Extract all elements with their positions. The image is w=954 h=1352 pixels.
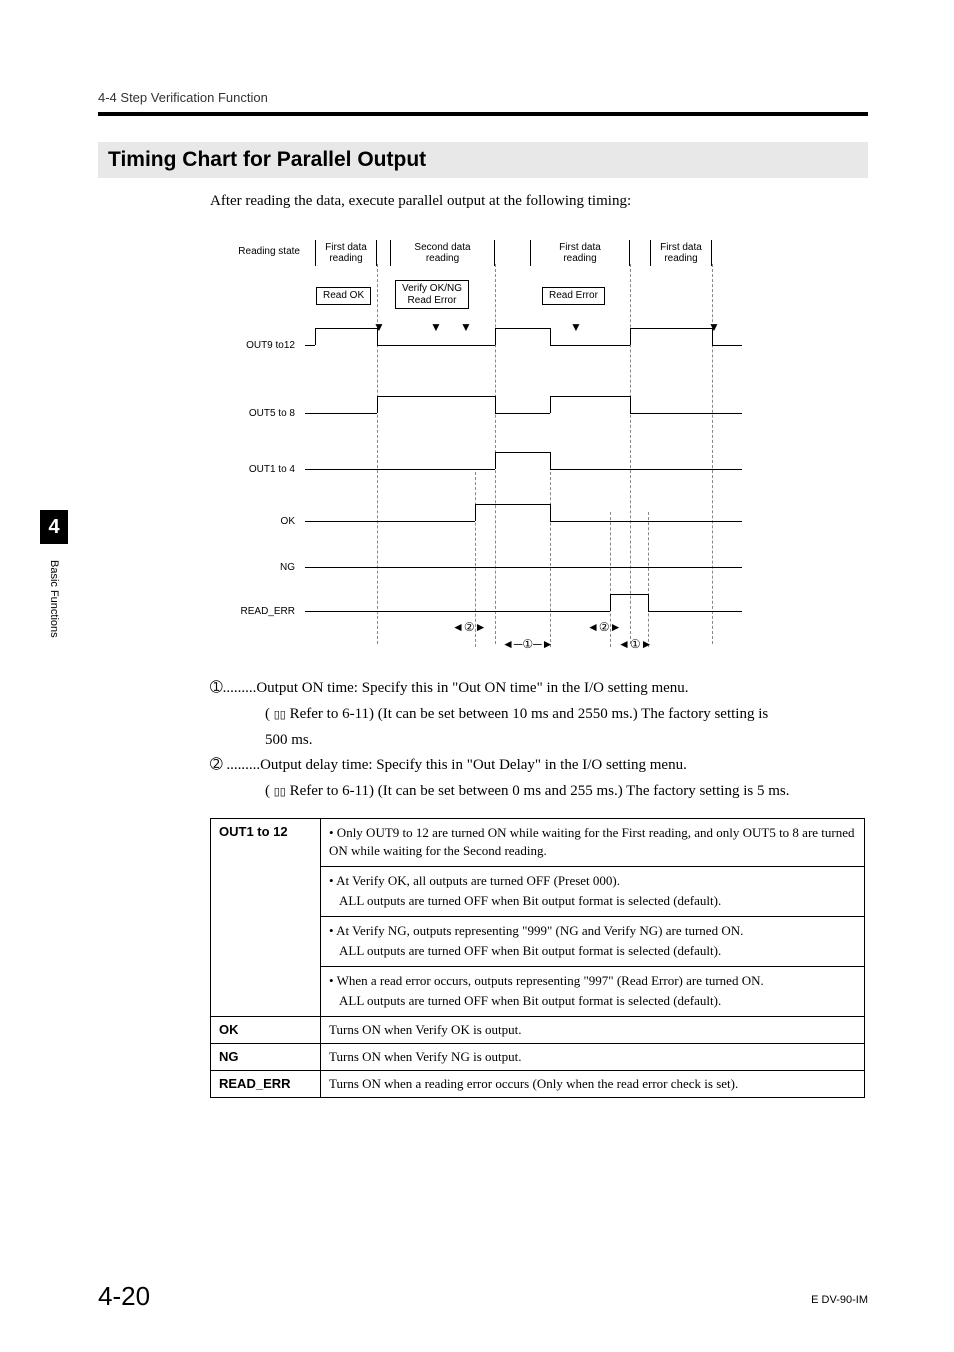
note-2-line2: ( ▯▯ Refer to 6-11) (It can be set betwe… [210,781,865,803]
cell-header-out1-12: OUT1 to 12 [211,819,321,1017]
cell-header-ok: OK [211,1017,321,1044]
timing-chart: Reading state First datareading Second d… [230,232,790,657]
cell-header-read-err: READ_ERR [211,1071,321,1098]
label-read-err: READ_ERR [225,606,295,617]
marker-two: ◄②► [452,620,487,635]
cell-ng-desc: Turns ON when Verify NG is output. [321,1044,865,1071]
cell-out-desc-d: • When a read error occurs, outputs repr… [321,967,865,1017]
label-out5-8: OUT5 to 8 [225,408,295,419]
label-out1-4: OUT1 to 4 [225,464,295,475]
output-table: OUT1 to 12 • Only OUT9 to 12 are turned … [210,818,865,1098]
guide-line [648,512,649,647]
marker-one: ◄─①─► [502,637,554,652]
cell-ok-desc: Turns ON when Verify OK is output. [321,1017,865,1044]
note-1-line1: ➀.........Output ON time: Specify this i… [210,678,865,700]
cell-header-ng: NG [211,1044,321,1071]
note-1-line2: ( ▯▯ Refer to 6-11) (It can be set betwe… [210,704,865,726]
doc-code: E DV-90-IM [811,1294,868,1306]
breadcrumb: 4-4 Step Verification Function [98,90,268,105]
label-ok: OK [225,516,295,527]
marker-two: ◄②► [587,620,622,635]
cell-out-desc-c: • At Verify NG, outputs representing "99… [321,917,865,967]
chapter-tab: 4 [40,510,68,544]
arrow-down-icon: ▼ [570,320,582,335]
note-2-line1: ➁ .........Output delay time: Specify th… [210,755,865,777]
arrow-down-icon: ▼ [430,320,442,335]
section-heading-bar: Timing Chart for Parallel Output [98,142,868,178]
header-rule [98,112,868,116]
note-1-line3: 500 ms. [210,730,865,752]
chapter-caption: Basic Functions [48,560,60,638]
tag-read-ok: Read OK [316,287,371,305]
marker-one: ◄①► [618,637,653,652]
cell-out-desc-b: • At Verify OK, all outputs are turned O… [321,867,865,917]
row-label-reading-state: Reading state [220,246,300,257]
cell-read-err-desc: Turns ON when a reading error occurs (On… [321,1071,865,1098]
label-ng: NG [225,562,295,573]
arrow-down-icon: ▼ [460,320,472,335]
page-number: 4-20 [98,1281,150,1312]
tag-verify: Verify OK/NGRead Error [395,280,469,309]
col-header-1: First datareading [315,240,377,266]
section-title: Timing Chart for Parallel Output [108,148,858,172]
table-row: OK Turns ON when Verify OK is output. [211,1017,865,1044]
intro-text: After reading the data, execute parallel… [210,193,631,210]
book-icon: ▯▯ [274,708,286,724]
col-header-3: First datareading [530,240,630,266]
col-header-4: First datareading [650,240,712,266]
cell-out-desc-a: • Only OUT9 to 12 are turned ON while wa… [321,819,865,867]
table-row: NG Turns ON when Verify NG is output. [211,1044,865,1071]
label-out9-12: OUT9 to12 [225,340,295,351]
guide-line [630,264,631,644]
guide-line [550,472,551,647]
col-header-2: Second datareading [390,240,495,266]
annotations: ➀.........Output ON time: Specify this i… [210,678,865,807]
table-row: OUT1 to 12 • Only OUT9 to 12 are turned … [211,819,865,867]
book-icon: ▯▯ [274,785,286,801]
table-row: READ_ERR Turns ON when a reading error o… [211,1071,865,1098]
tag-read-error: Read Error [542,287,605,305]
